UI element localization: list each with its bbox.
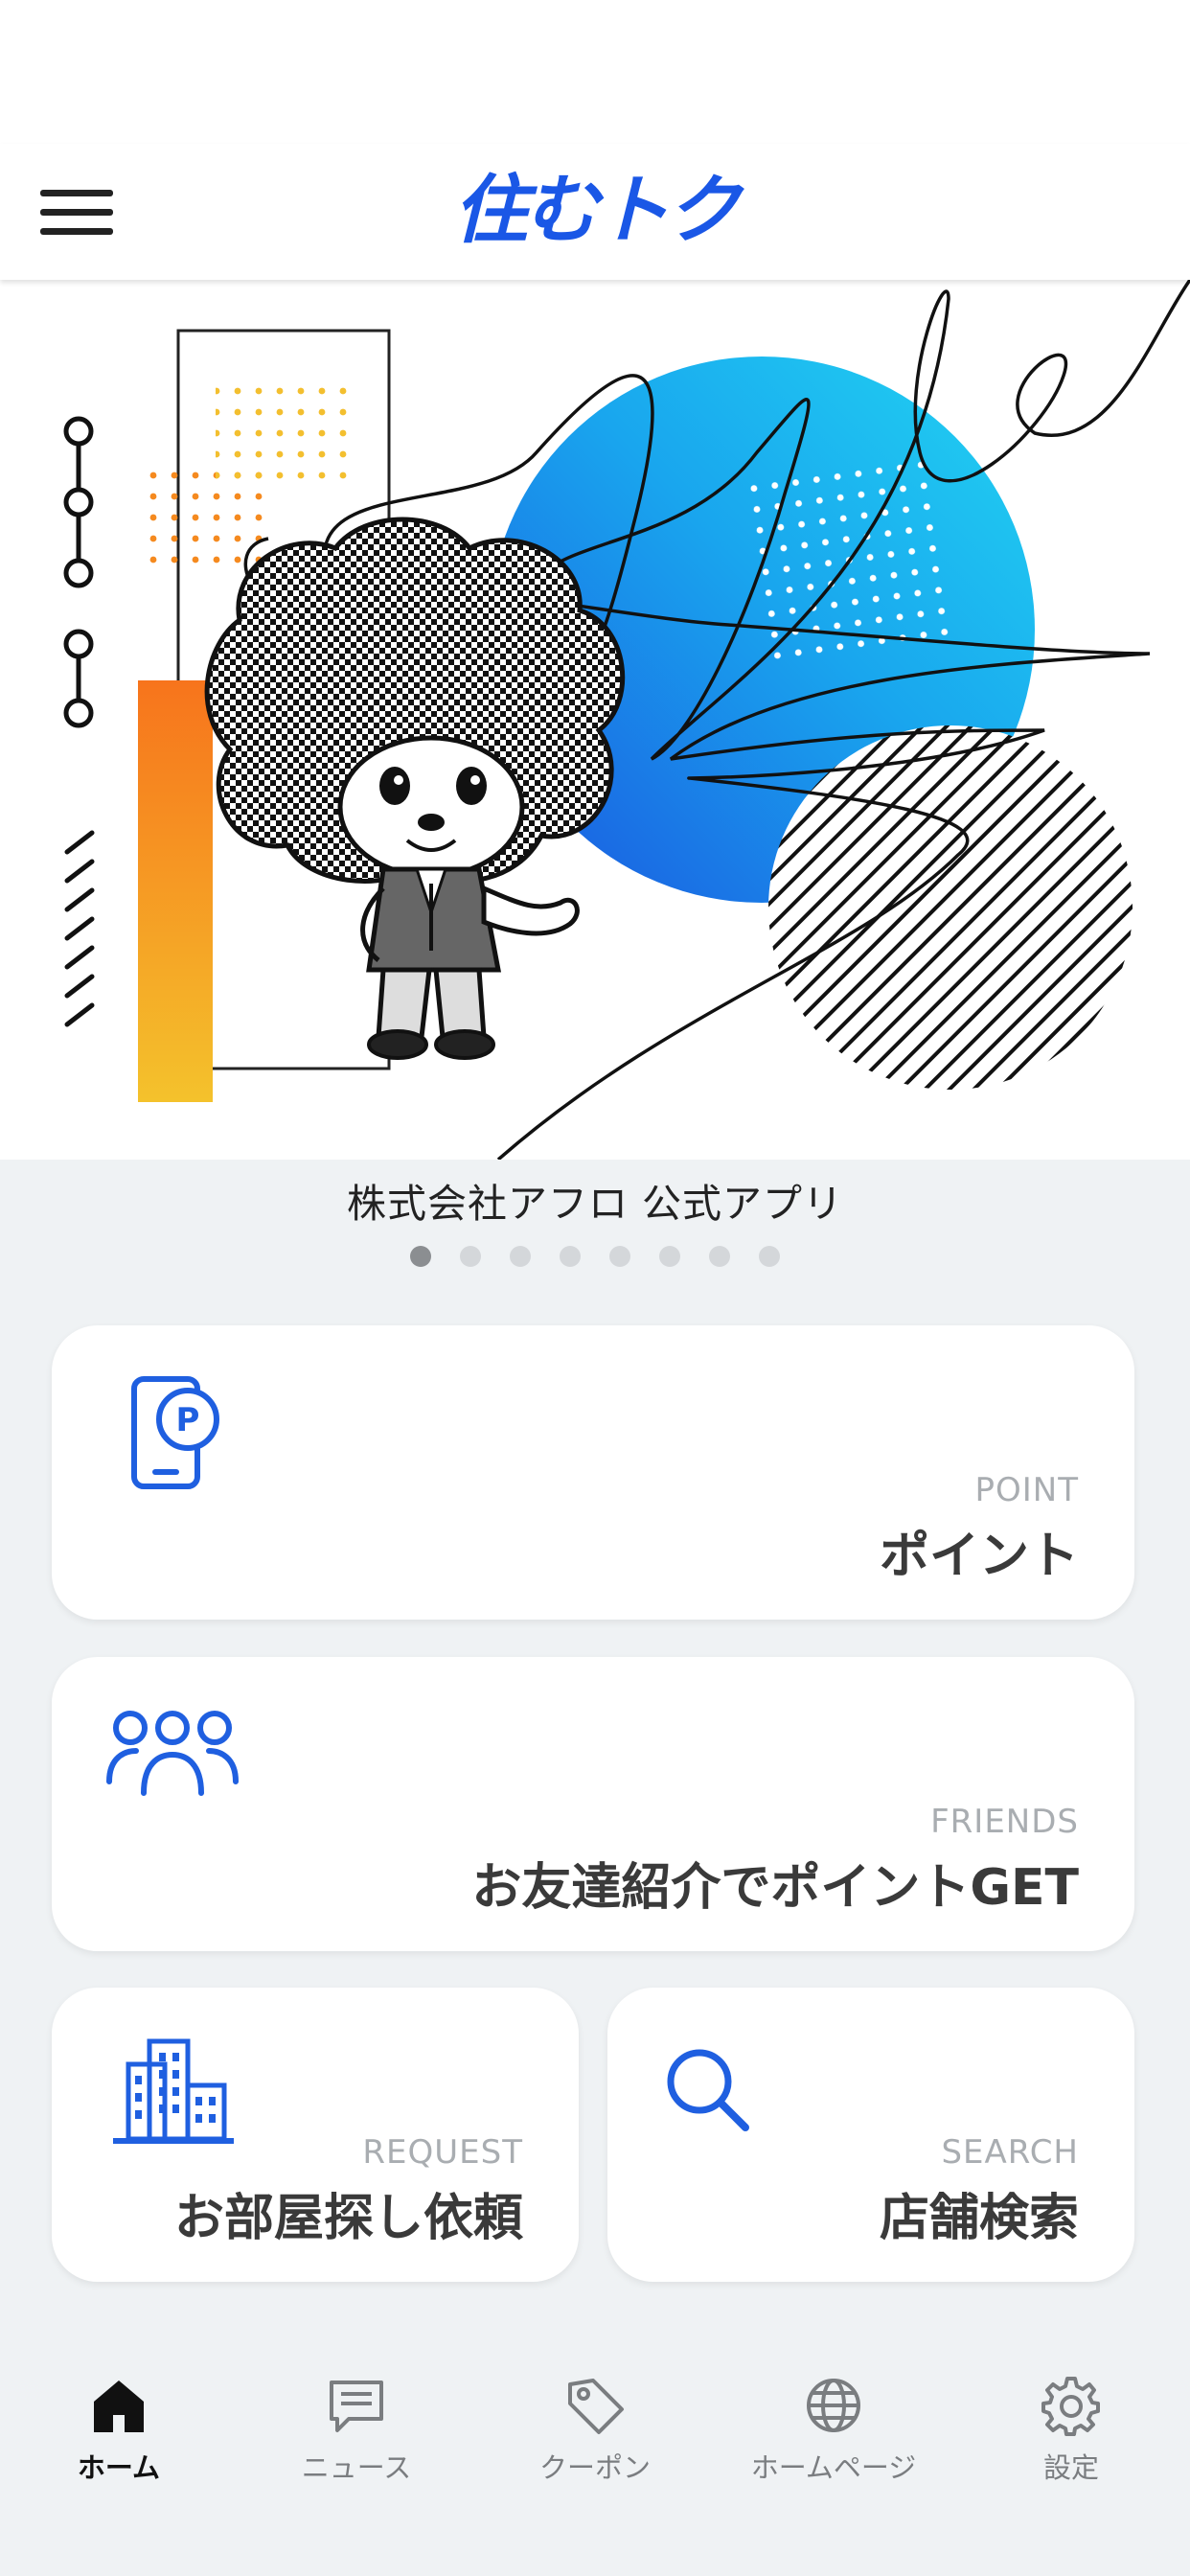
tab-home-label: ホーム bbox=[77, 2451, 161, 2484]
mascot bbox=[204, 517, 626, 1060]
friends-icon bbox=[106, 1711, 239, 1796]
gear-icon bbox=[1041, 2377, 1100, 2436]
carousel-dot[interactable] bbox=[410, 1246, 431, 1267]
status-bar-area bbox=[0, 0, 1190, 144]
app-header: 住むトク bbox=[0, 144, 1190, 280]
tab-homepage-label: ホームページ bbox=[750, 2451, 917, 2484]
friends-label-en: FRIENDS bbox=[930, 1803, 1079, 1841]
app-logo: 住むトク bbox=[452, 168, 741, 254]
tab-settings-label: 設定 bbox=[1042, 2451, 1099, 2484]
friends-label-jp: お友達紹介でポイントGET bbox=[471, 1859, 1079, 1917]
carousel-dot[interactable] bbox=[759, 1246, 780, 1267]
menu-icon[interactable] bbox=[38, 177, 117, 246]
carousel-dot[interactable] bbox=[510, 1246, 531, 1267]
hero-caption: 株式会社アフロ 公式アプリ bbox=[346, 1181, 844, 1227]
point-card[interactable]: P POINT ポイント bbox=[52, 1325, 1134, 1620]
friends-card[interactable]: FRIENDS お友達紹介でポイントGET bbox=[52, 1657, 1134, 1951]
tab-settings[interactable]: 設定 bbox=[975, 2358, 1167, 2501]
search-label-jp: 店舗検索 bbox=[879, 2190, 1079, 2247]
tab-news[interactable]: ニュース bbox=[261, 2358, 452, 2501]
home-icon bbox=[94, 2380, 144, 2432]
search-label-en: SEARCH bbox=[941, 2133, 1079, 2172]
hero-banner[interactable] bbox=[0, 280, 1190, 1160]
carousel-indicator bbox=[0, 1246, 1190, 1271]
carousel-dot[interactable] bbox=[460, 1246, 481, 1267]
point-label-jp: ポイント bbox=[879, 1528, 1079, 1585]
phone-point-icon: P bbox=[131, 1376, 219, 1489]
request-label-jp: お部屋探し依頼 bbox=[173, 2190, 523, 2247]
tab-homepage[interactable]: ホームページ bbox=[738, 2358, 929, 2501]
bottom-tab-bar: ホーム ニュース クーポン ホームページ 設定 bbox=[0, 2319, 1190, 2576]
request-card[interactable]: REQUEST お部屋探し依頼 bbox=[52, 1988, 579, 2282]
svg-text:P: P bbox=[176, 1401, 200, 1439]
buildings-icon bbox=[113, 2038, 234, 2144]
hero-illustration bbox=[63, 280, 1190, 1160]
globe-icon bbox=[807, 2379, 860, 2432]
coupon-icon bbox=[568, 2379, 624, 2434]
search-card[interactable]: SEARCH 店舗検索 bbox=[607, 1988, 1134, 2282]
carousel-dot[interactable] bbox=[709, 1246, 730, 1267]
request-label-en: REQUEST bbox=[362, 2133, 523, 2172]
tab-news-label: ニュース bbox=[301, 2451, 412, 2484]
carousel-dot[interactable] bbox=[659, 1246, 680, 1267]
news-icon bbox=[330, 2380, 383, 2432]
tab-home[interactable]: ホーム bbox=[23, 2358, 215, 2501]
carousel-dot[interactable] bbox=[609, 1246, 630, 1267]
carousel-dot[interactable] bbox=[560, 1246, 581, 1267]
point-label-en: POINT bbox=[974, 1471, 1079, 1509]
tab-coupon-label: クーポン bbox=[538, 2451, 651, 2484]
tab-coupon[interactable]: クーポン bbox=[499, 2358, 691, 2501]
search-icon bbox=[667, 2049, 749, 2131]
